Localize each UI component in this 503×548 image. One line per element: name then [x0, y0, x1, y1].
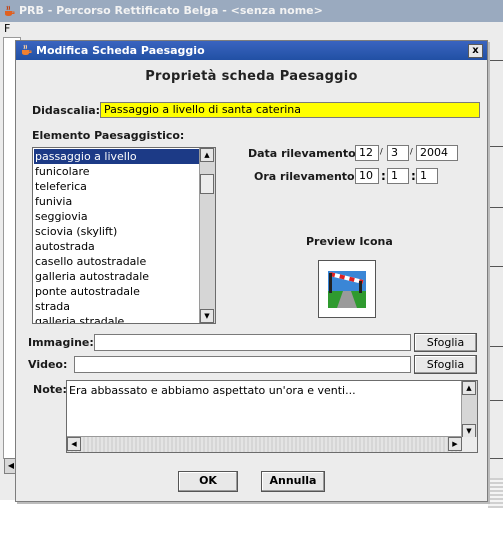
- edit-landscape-dialog: Modifica Scheda Paesaggio x Proprietà sc…: [15, 40, 488, 502]
- image-label: Immagine:: [28, 336, 94, 349]
- background-stripes: [488, 478, 503, 508]
- scroll-up-icon[interactable]: ▲: [200, 148, 214, 162]
- caption-label: Didascalia:: [32, 104, 101, 117]
- list-item[interactable]: ponte autostradale: [34, 284, 199, 299]
- preview-icon-box: [318, 260, 376, 318]
- notes-vertical-scrollbar[interactable]: ▲ ▼: [461, 381, 477, 438]
- preview-label: Preview Icona: [306, 235, 393, 248]
- cancel-button[interactable]: Annulla: [261, 471, 325, 492]
- list-item[interactable]: seggiovia: [34, 209, 199, 224]
- java-cup-icon: [22, 44, 32, 55]
- element-label: Elemento Paesaggistico:: [32, 129, 185, 142]
- time-minute-field[interactable]: 1: [387, 168, 409, 184]
- landscape-element-list[interactable]: passaggio a livello funicolare teleferica f…: [32, 147, 216, 324]
- time-separator: :: [381, 169, 386, 183]
- scroll-left-icon[interactable]: ◀: [67, 437, 81, 451]
- date-year-field[interactable]: 2004: [416, 145, 458, 161]
- scroll-down-icon[interactable]: ▼: [200, 309, 214, 323]
- scroll-down-icon[interactable]: ▼: [462, 424, 476, 438]
- video-path-field[interactable]: [74, 356, 411, 373]
- notes-text: Era abbassato e abbiamo aspettato un'ora…: [69, 384, 356, 397]
- scroll-up-icon[interactable]: ▲: [462, 381, 476, 395]
- time-second-field[interactable]: 1: [416, 168, 438, 184]
- list-item[interactable]: funicolare: [34, 164, 199, 179]
- scroll-right-icon[interactable]: ▶: [448, 437, 462, 451]
- date-separator: /: [380, 147, 383, 156]
- caption-field[interactable]: Passaggio a livello di santa caterina: [100, 102, 480, 118]
- notes-label: Note:: [33, 383, 67, 396]
- notes-textarea[interactable]: Era abbassato e abbiamo aspettato un'ora…: [66, 380, 478, 453]
- time-label: Ora rilevamento:: [254, 170, 360, 183]
- java-cup-icon: [5, 5, 15, 16]
- video-browse-button[interactable]: Sfoglia: [414, 355, 477, 374]
- list-scrollbar[interactable]: ▲ ▼: [199, 148, 215, 323]
- notes-horizontal-scrollbar[interactable]: ◀ ▶: [67, 436, 462, 452]
- list-item[interactable]: galleria stradale: [34, 314, 199, 323]
- background-right-edge: [487, 60, 503, 480]
- list-item[interactable]: strada: [34, 299, 199, 314]
- close-button[interactable]: x: [468, 44, 483, 58]
- level-crossing-icon: [328, 271, 366, 308]
- scrollbar-corner: [462, 437, 477, 452]
- list-item[interactable]: teleferica: [34, 179, 199, 194]
- date-separator: /: [410, 147, 413, 156]
- list-item[interactable]: passaggio a livello: [34, 149, 199, 164]
- list-item[interactable]: casello autostradale: [34, 254, 199, 269]
- scroll-thumb[interactable]: [200, 174, 214, 194]
- image-browse-button[interactable]: Sfoglia: [414, 333, 477, 352]
- date-month-field[interactable]: 3: [387, 145, 409, 161]
- dialog-title: Modifica Scheda Paesaggio: [36, 44, 205, 57]
- dialog-title-bar[interactable]: Modifica Scheda Paesaggio x: [16, 41, 487, 60]
- time-hour-field[interactable]: 10: [355, 168, 379, 184]
- list-item[interactable]: sciovia (skylift): [34, 224, 199, 239]
- background-menu-item[interactable]: F: [4, 22, 10, 35]
- video-label: Video:: [28, 358, 68, 371]
- date-label: Data rilevamento:: [248, 147, 361, 160]
- date-day-field[interactable]: 12: [355, 145, 379, 161]
- background-title-bar: PRB - Percorso Rettificato Belga - <senz…: [0, 0, 503, 22]
- list-item[interactable]: autostrada: [34, 239, 199, 254]
- list-item[interactable]: galleria autostradale: [34, 269, 199, 284]
- ok-button[interactable]: OK: [178, 471, 238, 492]
- list-item[interactable]: funivia: [34, 194, 199, 209]
- dialog-heading: Proprietà scheda Paesaggio: [145, 69, 358, 84]
- background-window-title: PRB - Percorso Rettificato Belga - <senz…: [19, 4, 323, 17]
- image-path-field[interactable]: [94, 334, 411, 351]
